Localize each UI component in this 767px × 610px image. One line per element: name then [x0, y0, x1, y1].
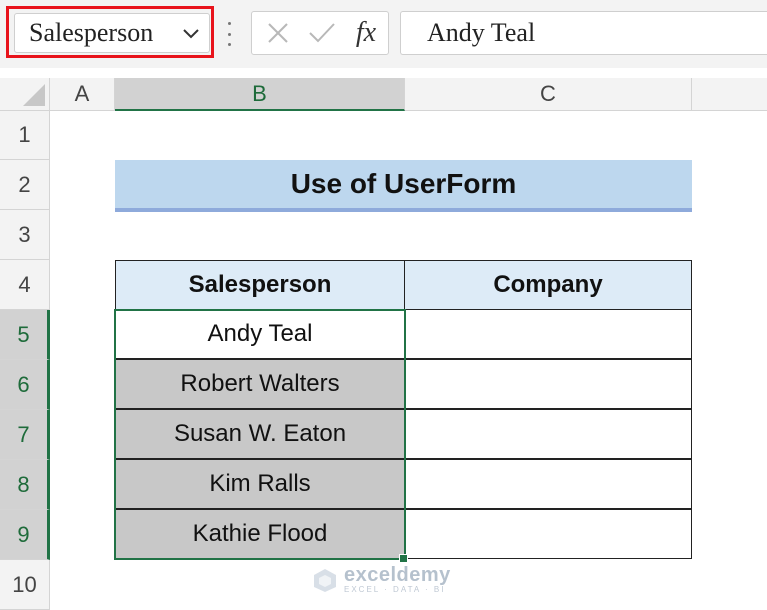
cancel-x-icon[interactable] [258, 12, 298, 54]
table-header-company[interactable]: Company [404, 260, 692, 310]
row-header-7[interactable]: 7 [0, 410, 50, 460]
name-box-highlight [6, 6, 214, 58]
watermark-name: exceldemy [344, 564, 451, 586]
table-header-salesperson[interactable]: Salesperson [115, 260, 405, 310]
insert-function-button[interactable]: fx [346, 12, 386, 54]
exceldemy-logo-icon [314, 569, 336, 592]
salesperson-cell[interactable]: Kathie Flood [115, 509, 405, 559]
company-cell[interactable] [404, 459, 692, 509]
select-all-button[interactable] [0, 78, 50, 111]
salesperson-cell[interactable]: Kim Ralls [115, 459, 405, 509]
row-header-8[interactable]: 8 [0, 460, 50, 510]
fill-handle[interactable] [399, 554, 408, 563]
column-header-c[interactable]: C [405, 78, 692, 111]
row-header-6[interactable]: 6 [0, 360, 50, 410]
select-all-triangle-icon [23, 84, 45, 106]
company-cell[interactable] [404, 309, 692, 359]
checkmark-icon[interactable] [302, 12, 342, 54]
column-header-a[interactable]: A [50, 78, 115, 111]
row-header-1[interactable]: 1 [0, 111, 50, 160]
salesperson-cell[interactable]: Andy Teal [115, 309, 405, 359]
column-header-d[interactable] [692, 78, 767, 111]
row-header-2[interactable]: 2 [0, 160, 50, 210]
formula-buttons: fx [251, 11, 389, 55]
sheet-title[interactable]: Use of UserForm [115, 160, 692, 212]
row-header-10[interactable]: 10 [0, 560, 50, 610]
formula-bar: Salesperson fx Andy Teal [0, 0, 767, 68]
row-header-9[interactable]: 9 [0, 510, 50, 560]
row-header-5[interactable]: 5 [0, 310, 50, 360]
exceldemy-watermark: exceldemy EXCEL · DATA · BI [312, 565, 451, 595]
row-header-4[interactable]: 4 [0, 260, 50, 310]
row-header-3[interactable]: 3 [0, 210, 50, 260]
company-cell[interactable] [404, 359, 692, 409]
watermark-tagline: EXCEL · DATA · BI [344, 585, 446, 594]
formula-value[interactable]: Andy Teal [401, 18, 535, 48]
formula-input[interactable]: Andy Teal [400, 11, 767, 55]
company-cell[interactable] [404, 509, 692, 559]
salesperson-cell[interactable]: Robert Walters [115, 359, 405, 409]
company-cell[interactable] [404, 409, 692, 459]
more-options-icon[interactable] [224, 22, 234, 46]
salesperson-cell[interactable]: Susan W. Eaton [115, 409, 405, 459]
column-header-b[interactable]: B [115, 78, 405, 111]
